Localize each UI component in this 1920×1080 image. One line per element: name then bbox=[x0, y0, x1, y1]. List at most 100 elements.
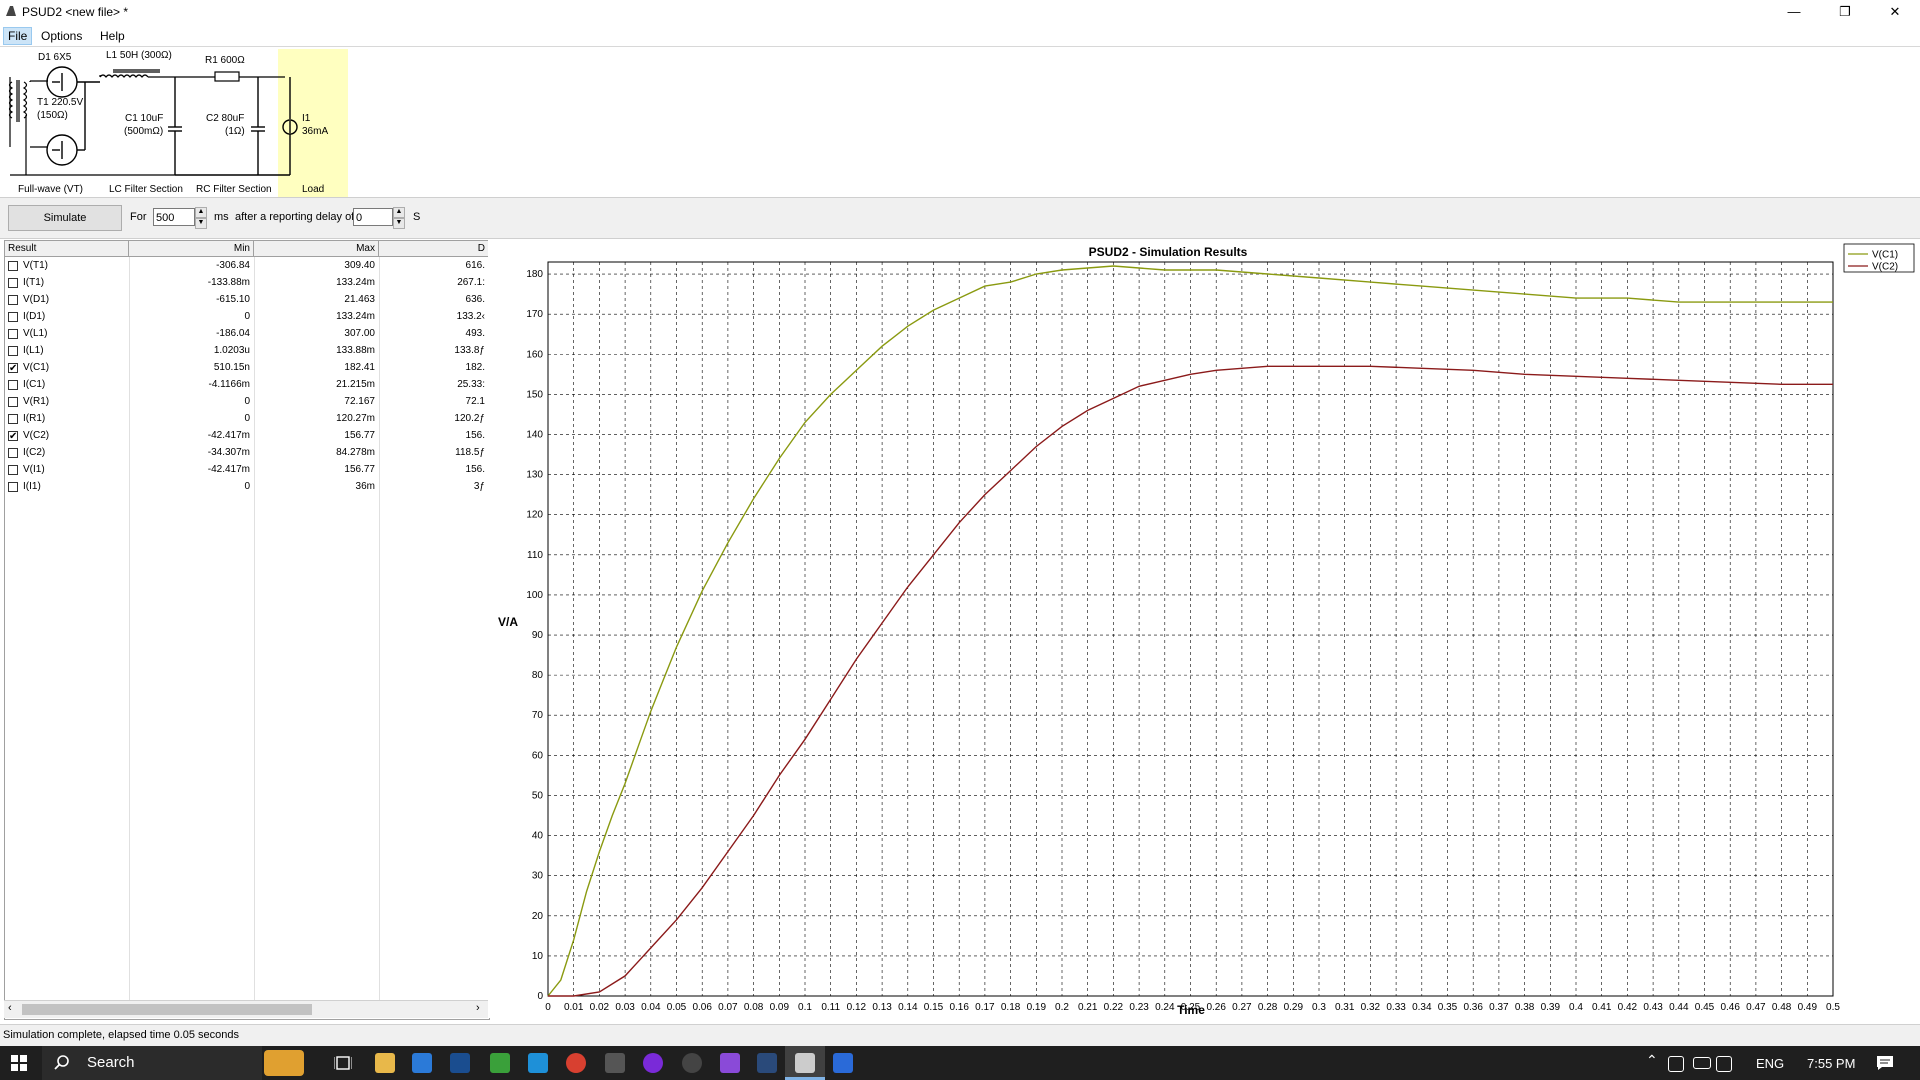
table-row[interactable]: ✔ V(C2) -42.417m 156.77 156. bbox=[5, 428, 489, 445]
row-max-value: 133.88m bbox=[336, 345, 375, 356]
x-tick-label: 0.22 bbox=[1104, 1002, 1124, 1013]
table-row[interactable]: I(T1) -133.88m 133.24m 267.1: bbox=[5, 275, 489, 292]
table-row[interactable]: V(R1) 0 72.167 72.1 bbox=[5, 394, 489, 411]
scroll-right-icon[interactable]: › bbox=[476, 1002, 480, 1014]
legend-label[interactable]: V(C1) bbox=[1872, 250, 1898, 261]
task-view-icon[interactable] bbox=[334, 1055, 352, 1071]
row-min-value: -34.307m bbox=[207, 447, 250, 458]
x-tick-label: 0.47 bbox=[1746, 1002, 1766, 1013]
x-tick-label: 0.34 bbox=[1412, 1002, 1432, 1013]
app-icon[interactable] bbox=[605, 1053, 625, 1073]
search-placeholder: Search bbox=[87, 1054, 135, 1071]
visual-studio-icon[interactable] bbox=[720, 1053, 740, 1073]
scroll-left-icon[interactable]: ‹ bbox=[8, 1002, 12, 1014]
table-row[interactable]: V(T1) -306.84 309.40 616. bbox=[5, 258, 489, 275]
window-title: PSUD2 <new file> * bbox=[22, 5, 129, 19]
simulate-button[interactable]: Simulate bbox=[8, 205, 122, 231]
table-row[interactable]: V(D1) -615.10 21.463 636. bbox=[5, 292, 489, 309]
spin-down-icon[interactable]: ▼ bbox=[195, 218, 207, 229]
table-row[interactable]: I(D1) 0 133.24m 133.2‹ bbox=[5, 309, 489, 326]
language-indicator[interactable]: ENG bbox=[1756, 1056, 1784, 1071]
app-icon[interactable] bbox=[450, 1053, 470, 1073]
duration-spinner[interactable]: ▲ ▼ bbox=[195, 207, 207, 229]
clock[interactable]: 7:55 PM bbox=[1807, 1056, 1855, 1071]
row-checkbox[interactable] bbox=[8, 397, 18, 407]
row-min-value: 510.15n bbox=[213, 362, 250, 373]
row-checkbox[interactable] bbox=[8, 465, 18, 475]
row-checkbox[interactable] bbox=[8, 312, 18, 322]
row-checkbox[interactable]: ✔ bbox=[8, 363, 18, 374]
chrome-icon[interactable] bbox=[566, 1053, 586, 1073]
y-tick-label: 50 bbox=[532, 790, 544, 801]
restore-button[interactable]: ❐ bbox=[1822, 0, 1868, 24]
windows-start-icon[interactable] bbox=[11, 1055, 27, 1071]
row-checkbox[interactable] bbox=[8, 448, 18, 458]
x-tick-label: 0.33 bbox=[1386, 1002, 1406, 1013]
delay-label: after a reporting delay of bbox=[235, 211, 355, 223]
menu-help[interactable]: Help bbox=[96, 28, 129, 44]
table-row[interactable]: I(C2) -34.307m 84.278m 118.5ƒ bbox=[5, 445, 489, 462]
table-row[interactable]: V(I1) -42.417m 156.77 156. bbox=[5, 462, 489, 479]
taskbar-active-app[interactable] bbox=[785, 1046, 825, 1080]
close-button[interactable]: ✕ bbox=[1872, 0, 1918, 24]
spin-up-icon[interactable]: ▲ bbox=[195, 207, 207, 218]
row-checkbox[interactable] bbox=[8, 295, 18, 305]
row-min-value: -615.10 bbox=[216, 294, 250, 305]
column-header-d[interactable]: D bbox=[379, 241, 489, 257]
row-checkbox[interactable]: ✔ bbox=[8, 431, 18, 442]
simulation-chart[interactable]: PSUD2 - Simulation Results V/A Time 0 0.0… bbox=[488, 240, 1920, 1018]
spin-up-icon[interactable]: ▲ bbox=[393, 207, 405, 218]
column-header-max[interactable]: Max bbox=[254, 241, 379, 257]
x-tick-label: 0.35 bbox=[1438, 1002, 1458, 1013]
column-header-min[interactable]: Min bbox=[129, 241, 254, 257]
steam-icon[interactable] bbox=[757, 1053, 777, 1073]
r1-label: R1 600Ω bbox=[205, 55, 245, 66]
tray-icon[interactable] bbox=[1668, 1056, 1684, 1072]
row-checkbox[interactable] bbox=[8, 482, 18, 492]
table-row[interactable]: I(R1) 0 120.27m 120.2ƒ bbox=[5, 411, 489, 428]
column-header-result[interactable]: Result bbox=[5, 241, 129, 257]
file-explorer-icon[interactable] bbox=[375, 1053, 395, 1073]
row-checkbox[interactable] bbox=[8, 278, 18, 288]
tray-chevron-icon[interactable]: ⌃ bbox=[1646, 1052, 1658, 1069]
row-checkbox[interactable] bbox=[8, 414, 18, 424]
app-icon[interactable] bbox=[682, 1053, 702, 1073]
scrollbar-thumb[interactable] bbox=[22, 1004, 312, 1015]
section-label-lc-filter: LC Filter Section bbox=[109, 184, 183, 195]
row-checkbox[interactable] bbox=[8, 329, 18, 339]
taskbar-search-box[interactable]: Search bbox=[42, 1046, 304, 1080]
table-row[interactable]: ✔ V(C1) 510.15n 182.41 182. bbox=[5, 360, 489, 377]
mail-icon[interactable] bbox=[412, 1053, 432, 1073]
row-max-value: 36m bbox=[355, 481, 375, 492]
horizontal-scrollbar[interactable]: ‹ › bbox=[4, 1000, 488, 1018]
search-highlight-icon[interactable] bbox=[264, 1050, 304, 1076]
table-row[interactable]: I(C1) -4.1166m 21.215m 25.33: bbox=[5, 377, 489, 394]
spin-down-icon[interactable]: ▼ bbox=[393, 218, 405, 229]
minimize-button[interactable]: — bbox=[1771, 0, 1817, 24]
duration-input[interactable]: 500 bbox=[153, 208, 195, 226]
table-row[interactable]: I(I1) 0 36m 3ƒ bbox=[5, 479, 489, 496]
legend-label[interactable]: V(C2) bbox=[1872, 262, 1898, 273]
volume-icon[interactable] bbox=[1716, 1056, 1732, 1072]
status-text: Simulation complete, elapsed time 0.05 s… bbox=[3, 1029, 240, 1041]
vscode-icon[interactable] bbox=[528, 1053, 548, 1073]
chart-title: PSUD2 - Simulation Results bbox=[1089, 245, 1248, 259]
menu-file[interactable]: File bbox=[3, 27, 33, 45]
results-table: Result Min Max D V(T1) -306.84 309.40 616. I… bbox=[4, 240, 490, 1020]
battery-icon[interactable] bbox=[1693, 1057, 1711, 1069]
notifications-icon[interactable] bbox=[1876, 1055, 1894, 1071]
excel-icon[interactable] bbox=[490, 1053, 510, 1073]
delay-input[interactable]: 0 bbox=[353, 208, 393, 226]
row-checkbox[interactable] bbox=[8, 261, 18, 271]
row-result-name: I(I1) bbox=[23, 481, 41, 492]
menu-options[interactable]: Options bbox=[37, 28, 86, 44]
table-row[interactable]: I(L1) 1.0203u 133.88m 133.8ƒ bbox=[5, 343, 489, 360]
row-checkbox[interactable] bbox=[8, 380, 18, 390]
app-icon[interactable] bbox=[833, 1053, 853, 1073]
x-tick-label: 0.44 bbox=[1669, 1002, 1689, 1013]
row-checkbox[interactable] bbox=[8, 346, 18, 356]
table-row[interactable]: V(L1) -186.04 307.00 493. bbox=[5, 326, 489, 343]
search-icon bbox=[54, 1055, 69, 1070]
app-icon[interactable] bbox=[643, 1053, 663, 1073]
delay-spinner[interactable]: ▲ ▼ bbox=[393, 207, 405, 229]
